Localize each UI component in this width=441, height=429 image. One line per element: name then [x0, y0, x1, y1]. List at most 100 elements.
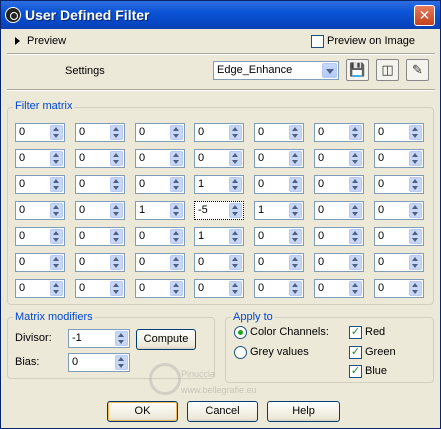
spinner-arrows-icon[interactable] [289, 177, 302, 192]
title-bar[interactable]: User Defined Filter ✕ [1, 1, 440, 29]
matrix-cell-spinner[interactable]: 0 [374, 201, 424, 220]
spinner-arrows-icon[interactable] [110, 203, 123, 218]
delete-preset-button[interactable]: ◫ [376, 59, 399, 81]
preview-toggle[interactable]: Preview [27, 35, 66, 47]
blue-label[interactable]: Blue [365, 365, 387, 377]
spinner-arrows-icon[interactable] [409, 177, 422, 192]
matrix-cell-spinner[interactable]: 0 [75, 227, 125, 246]
spinner-arrows-icon[interactable] [409, 151, 422, 166]
matrix-cell-spinner[interactable]: 1 [194, 227, 244, 246]
chevron-down-icon[interactable] [322, 63, 337, 78]
spinner-arrows-icon[interactable] [349, 281, 362, 296]
spinner-arrows-icon[interactable] [349, 203, 362, 218]
matrix-cell-spinner[interactable]: 0 [15, 253, 65, 272]
matrix-cell-spinner[interactable]: 0 [75, 123, 125, 142]
spinner-arrows-icon[interactable] [349, 255, 362, 270]
spinner-arrows-icon[interactable] [229, 151, 242, 166]
matrix-cell-spinner[interactable]: 0 [314, 123, 364, 142]
edit-preset-button[interactable]: ✎ [406, 59, 429, 81]
grey-values-label[interactable]: Grey values [250, 346, 309, 358]
spinner-arrows-icon[interactable] [50, 255, 63, 270]
spinner-arrows-icon[interactable] [229, 281, 242, 296]
close-button[interactable]: ✕ [414, 5, 435, 26]
cancel-button[interactable]: Cancel [187, 401, 258, 422]
matrix-cell-spinner[interactable]: 0 [135, 227, 185, 246]
spinner-arrows-icon[interactable] [110, 229, 123, 244]
matrix-cell-spinner[interactable]: 0 [314, 201, 364, 220]
matrix-cell-spinner[interactable]: 0 [15, 201, 65, 220]
matrix-cell-spinner[interactable]: 0 [75, 279, 125, 298]
matrix-cell-spinner[interactable]: 0 [254, 253, 304, 272]
spinner-arrows-icon[interactable] [170, 125, 183, 140]
spinner-arrows-icon[interactable] [50, 203, 63, 218]
spinner-arrows-icon[interactable] [229, 255, 242, 270]
matrix-cell-spinner[interactable]: 0 [254, 279, 304, 298]
color-channels-radio[interactable] [234, 326, 247, 339]
matrix-cell-spinner[interactable]: 1 [135, 201, 185, 220]
spinner-arrows-icon[interactable] [289, 125, 302, 140]
matrix-cell-spinner[interactable]: 0 [15, 149, 65, 168]
spinner-arrows-icon[interactable] [50, 125, 63, 140]
spinner-arrows-icon[interactable] [349, 177, 362, 192]
spinner-arrows-icon[interactable] [110, 151, 123, 166]
spinner-arrows-icon[interactable] [409, 255, 422, 270]
spinner-arrows-icon[interactable] [170, 177, 183, 192]
spinner-arrows-icon[interactable] [229, 229, 242, 244]
matrix-cell-spinner[interactable]: 0 [15, 227, 65, 246]
spinner-arrows-icon[interactable] [115, 355, 128, 370]
spinner-arrows-icon[interactable] [50, 281, 63, 296]
matrix-cell-spinner[interactable]: 0 [194, 123, 244, 142]
matrix-cell-spinner[interactable]: 0 [194, 253, 244, 272]
spinner-arrows-icon[interactable] [110, 281, 123, 296]
spinner-arrows-icon[interactable] [289, 203, 302, 218]
spinner-arrows-icon[interactable] [229, 203, 242, 218]
matrix-cell-spinner[interactable]: 0 [135, 175, 185, 194]
save-preset-button[interactable]: 💾 [346, 59, 369, 81]
matrix-cell-spinner[interactable]: 0 [374, 175, 424, 194]
color-channels-label[interactable]: Color Channels: [250, 326, 329, 338]
matrix-cell-spinner[interactable]: 0 [194, 149, 244, 168]
spinner-arrows-icon[interactable] [50, 229, 63, 244]
spinner-arrows-icon[interactable] [170, 203, 183, 218]
matrix-cell-spinner[interactable]: 0 [254, 227, 304, 246]
matrix-cell-spinner[interactable]: 0 [314, 253, 364, 272]
spinner-arrows-icon[interactable] [50, 151, 63, 166]
matrix-cell-spinner[interactable]: 0 [254, 175, 304, 194]
spinner-arrows-icon[interactable] [289, 255, 302, 270]
spinner-arrows-icon[interactable] [409, 203, 422, 218]
preview-on-image-label[interactable]: Preview on Image [327, 35, 415, 47]
spinner-arrows-icon[interactable] [229, 177, 242, 192]
grey-values-radio[interactable] [234, 346, 247, 359]
matrix-cell-spinner[interactable]: 0 [254, 149, 304, 168]
matrix-cell-spinner[interactable]: 1 [254, 201, 304, 220]
spinner-arrows-icon[interactable] [170, 281, 183, 296]
spinner-arrows-icon[interactable] [170, 229, 183, 244]
matrix-cell-spinner[interactable]: 0 [254, 123, 304, 142]
spinner-arrows-icon[interactable] [349, 151, 362, 166]
matrix-cell-spinner[interactable]: 0 [314, 227, 364, 246]
matrix-cell-spinner[interactable]: 0 [135, 149, 185, 168]
spinner-arrows-icon[interactable] [110, 255, 123, 270]
spinner-arrows-icon[interactable] [110, 125, 123, 140]
matrix-cell-spinner[interactable]: 0 [374, 149, 424, 168]
matrix-cell-spinner[interactable]: 0 [314, 149, 364, 168]
green-checkbox[interactable]: ✓ [349, 346, 362, 359]
spinner-arrows-icon[interactable] [110, 177, 123, 192]
matrix-cell-spinner[interactable]: -5 [194, 201, 244, 220]
matrix-cell-spinner[interactable]: 0 [194, 279, 244, 298]
matrix-cell-spinner[interactable]: 0 [374, 253, 424, 272]
matrix-cell-spinner[interactable]: 0 [135, 123, 185, 142]
spinner-arrows-icon[interactable] [50, 177, 63, 192]
spinner-arrows-icon[interactable] [349, 125, 362, 140]
blue-checkbox[interactable]: ✓ [349, 365, 362, 378]
preview-on-image-checkbox[interactable] [311, 35, 324, 48]
spinner-arrows-icon[interactable] [409, 281, 422, 296]
spinner-arrows-icon[interactable] [115, 331, 128, 346]
red-checkbox[interactable]: ✓ [349, 326, 362, 339]
matrix-cell-spinner[interactable]: 0 [314, 279, 364, 298]
spinner-arrows-icon[interactable] [289, 229, 302, 244]
ok-button[interactable]: OK [107, 401, 178, 422]
matrix-cell-spinner[interactable]: 1 [194, 175, 244, 194]
matrix-cell-spinner[interactable]: 0 [135, 279, 185, 298]
matrix-cell-spinner[interactable]: 0 [15, 175, 65, 194]
